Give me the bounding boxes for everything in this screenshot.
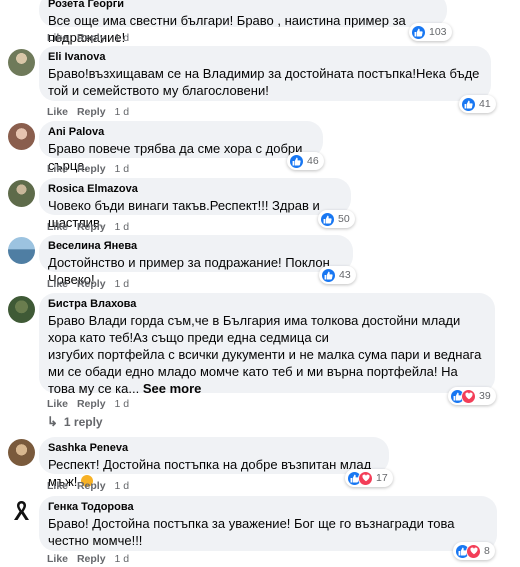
- timestamp[interactable]: 1 d: [114, 278, 129, 290]
- reply-button[interactable]: Reply: [77, 106, 106, 118]
- reaction-count: 43: [339, 269, 351, 281]
- comment-actions: Like Reply 1 d: [47, 220, 135, 234]
- reply-button[interactable]: Reply: [77, 398, 106, 410]
- comment-actions: Like Reply 1 d: [47, 162, 135, 176]
- like-button[interactable]: Like: [47, 221, 68, 233]
- comment-bubble: Генка Тодорова Браво! Достойна постъпка …: [39, 496, 497, 551]
- like-button[interactable]: Like: [47, 163, 68, 175]
- like-button[interactable]: Like: [47, 480, 68, 492]
- thumbs-up-icon: [289, 153, 304, 169]
- comment-actions: Like Reply 1 d: [47, 31, 135, 45]
- reaction-summary[interactable]: 39: [448, 387, 496, 405]
- reaction-count: 17: [376, 472, 388, 484]
- avatar[interactable]: [8, 497, 35, 524]
- reply-button[interactable]: Reply: [77, 163, 106, 175]
- like-button[interactable]: Like: [47, 32, 68, 44]
- comment-author[interactable]: Бистра Влахова: [48, 297, 485, 312]
- reaction-summary[interactable]: 8: [453, 542, 495, 560]
- timestamp[interactable]: 1 d: [114, 32, 129, 44]
- like-button[interactable]: Like: [47, 278, 68, 290]
- avatar[interactable]: [8, 123, 35, 150]
- comment-text-body: Браво Влади горда съм,че в България има …: [48, 313, 482, 396]
- comment-author[interactable]: Генка Тодорова: [48, 500, 487, 515]
- reply-button[interactable]: Reply: [77, 32, 106, 44]
- avatar[interactable]: [8, 296, 35, 323]
- comment-actions: Like Reply 1 d: [47, 397, 135, 411]
- comment-author[interactable]: Веселина Янева: [48, 239, 343, 254]
- comment-author[interactable]: Ani Palova: [48, 125, 313, 140]
- comment-text: Браво Влади горда съм,че в България има …: [48, 312, 485, 397]
- comment-actions: Like Reply 1 d: [47, 552, 135, 566]
- like-button[interactable]: Like: [47, 398, 68, 410]
- heart-icon: [358, 470, 373, 486]
- comment-bubble: Rosica Elmazova Човеко бъди винаги такъв…: [39, 178, 351, 230]
- comment-actions: Like Reply 1 d: [47, 105, 135, 119]
- reaction-summary[interactable]: 103: [409, 23, 452, 41]
- comment-bubble: Веселина Янева Достойнство и пример за п…: [39, 235, 353, 287]
- heart-icon: [461, 388, 476, 404]
- reaction-count: 50: [338, 213, 350, 225]
- reaction-count: 39: [479, 390, 491, 402]
- reaction-summary[interactable]: 17: [345, 469, 393, 487]
- like-button[interactable]: Like: [47, 553, 68, 565]
- reaction-count: 8: [484, 545, 490, 557]
- see-more-link[interactable]: See more: [143, 381, 202, 396]
- reaction-summary[interactable]: 43: [319, 266, 356, 284]
- reaction-summary[interactable]: 46: [287, 152, 324, 170]
- timestamp[interactable]: 1 d: [114, 221, 129, 233]
- avatar[interactable]: [8, 180, 35, 207]
- timestamp[interactable]: 1 d: [114, 163, 129, 175]
- timestamp[interactable]: 1 d: [114, 553, 129, 565]
- comment-author[interactable]: Eli Ivanova: [48, 50, 481, 65]
- thumbs-up-icon: [411, 24, 426, 40]
- comment-text: Браво! Достойна постъпка за уважение! Бо…: [48, 516, 455, 548]
- reaction-count: 41: [479, 98, 491, 110]
- comment-author[interactable]: Розета Георги: [48, 0, 437, 12]
- heart-icon: [466, 543, 481, 559]
- reply-button[interactable]: Reply: [77, 480, 106, 492]
- thumbs-up-icon: [320, 211, 335, 227]
- comment-text: Браво!възхищавам се на Владимир за досто…: [48, 66, 480, 98]
- comment-bubble: Eli Ivanova Браво!възхищавам се на Влади…: [39, 46, 491, 101]
- reply-button[interactable]: Reply: [77, 278, 106, 290]
- reaction-count: 46: [307, 155, 319, 167]
- timestamp[interactable]: 1 d: [114, 480, 129, 492]
- thumbs-up-icon: [461, 96, 476, 112]
- reply-button[interactable]: Reply: [77, 221, 106, 233]
- black-ribbon-icon: [14, 501, 29, 520]
- comment-actions: Like Reply 1 d: [47, 479, 135, 493]
- comment-actions: Like Reply 1 d: [47, 277, 135, 291]
- timestamp[interactable]: 1 d: [114, 106, 129, 118]
- comment-bubble: Розета Георги Все още има свестни българ…: [39, 0, 447, 45]
- reply-arrow-icon: ↳: [47, 414, 58, 429]
- like-button[interactable]: Like: [47, 106, 68, 118]
- comment-bubble: Бистра Влахова Браво Влади горда съм,че …: [39, 293, 495, 396]
- comment-bubble: Ani Palova Браво повече трябва да сме хо…: [39, 121, 323, 173]
- thumbs-up-icon: [321, 267, 336, 283]
- comment-bubble: Sashka Peneva Респект! Достойна постъпка…: [39, 437, 389, 489]
- replies-count: 1 reply: [63, 415, 103, 429]
- avatar[interactable]: [8, 237, 35, 264]
- avatar[interactable]: [8, 49, 35, 76]
- reaction-summary[interactable]: 50: [318, 210, 355, 228]
- reaction-summary[interactable]: 41: [459, 95, 496, 113]
- reaction-count: 103: [429, 26, 447, 38]
- comment-author[interactable]: Rosica Elmazova: [48, 182, 341, 197]
- comment-author[interactable]: Sashka Peneva: [48, 441, 379, 456]
- timestamp[interactable]: 1 d: [114, 398, 129, 410]
- avatar[interactable]: [8, 439, 35, 466]
- reply-button[interactable]: Reply: [77, 553, 106, 565]
- view-replies-link[interactable]: ↳ 1 reply: [47, 414, 103, 430]
